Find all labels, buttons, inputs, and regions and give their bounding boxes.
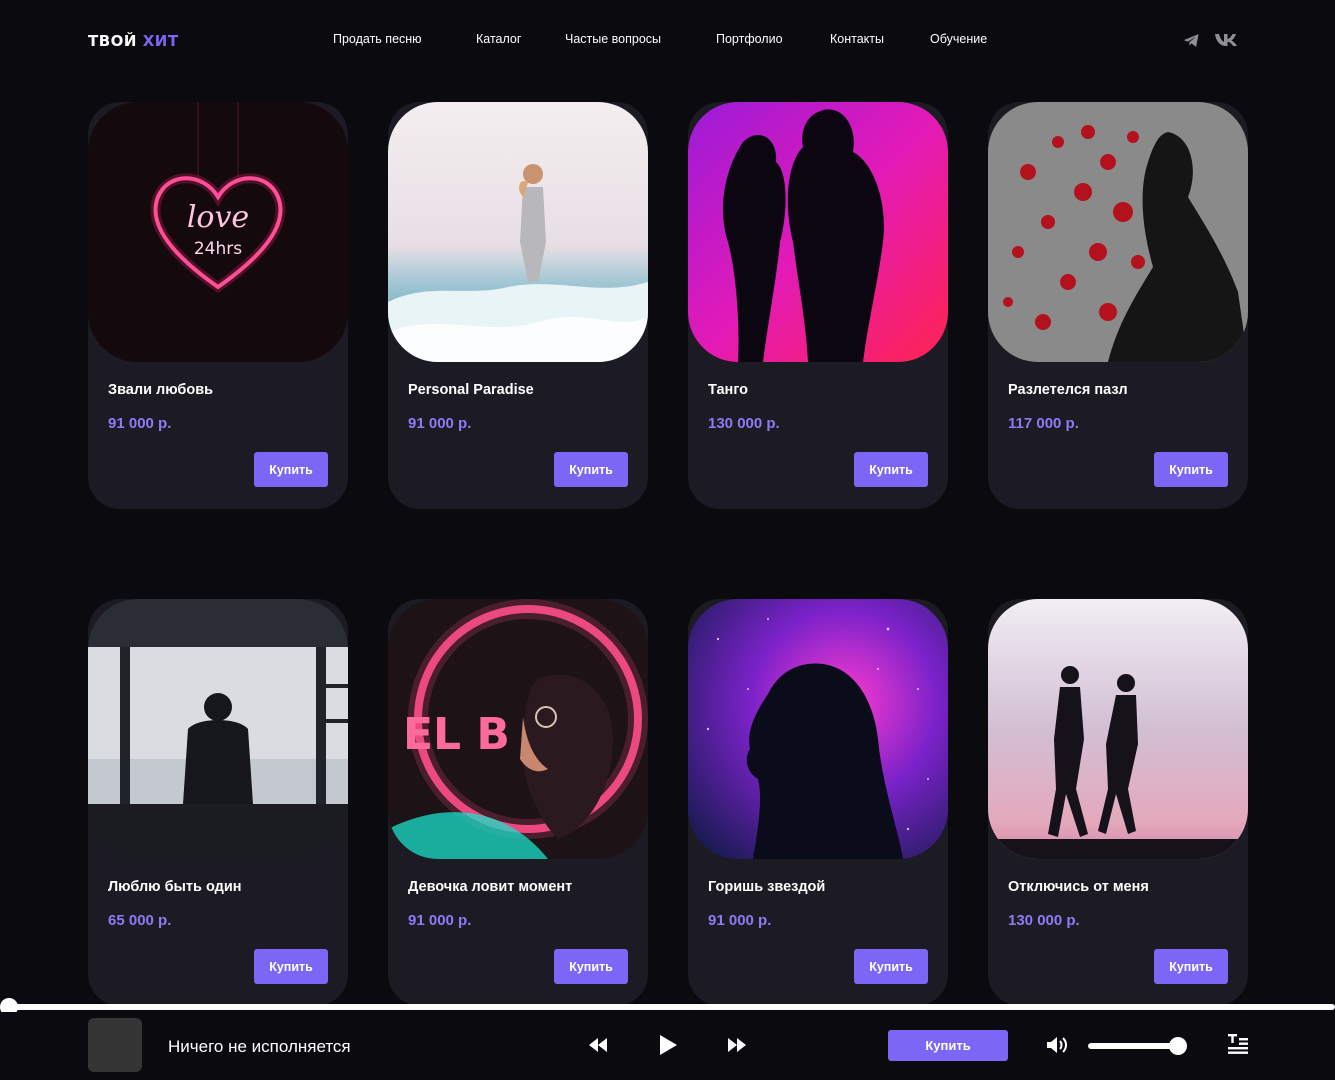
song-card[interactable]: Люблю быть один 65 000 р. Купить <box>88 599 348 1006</box>
buy-button[interactable]: Купить <box>1154 452 1228 487</box>
song-card[interactable]: Горишь звездой 91 000 р. Купить <box>688 599 948 1006</box>
buy-button[interactable]: Купить <box>554 452 628 487</box>
song-title: Танго <box>708 382 749 398</box>
volume-slider-handle[interactable] <box>1169 1037 1187 1055</box>
song-title: Люблю быть один <box>108 879 242 895</box>
logo-accent: ХИТ <box>142 32 179 50</box>
song-price: 91 000 р. <box>108 415 172 432</box>
song-title: Разлетелся пазл <box>1008 382 1128 398</box>
site-header: ТВОЙ ХИТ Продать песню Каталог Частые во… <box>0 0 1335 80</box>
song-cover-image <box>688 599 948 859</box>
fast-forward-icon[interactable] <box>725 1034 749 1056</box>
song-price: 65 000 р. <box>108 912 172 929</box>
nav-faq[interactable]: Частые вопросы <box>565 32 661 46</box>
vk-icon[interactable] <box>1213 30 1239 50</box>
song-card[interactable]: Отключись от меня 130 000 р. Купить <box>988 599 1248 1006</box>
nav-contacts[interactable]: Контакты <box>830 32 884 46</box>
telegram-icon[interactable] <box>1181 30 1201 50</box>
track-cover-placeholder <box>88 1018 142 1072</box>
song-title: Personal Paradise <box>408 382 534 398</box>
svg-text:love: love <box>187 200 249 235</box>
song-price: 130 000 р. <box>1008 912 1080 929</box>
song-cover-image <box>988 102 1248 362</box>
song-title: Звали любовь <box>108 382 214 398</box>
player-buy-button[interactable]: Купить <box>888 1030 1008 1061</box>
nav-catalog[interactable]: Каталог <box>476 32 521 46</box>
buy-button[interactable]: Купить <box>854 949 928 984</box>
buy-button[interactable]: Купить <box>1154 949 1228 984</box>
song-card[interactable]: Personal Paradise 91 000 р. Купить <box>388 102 648 509</box>
song-cover-image <box>388 102 648 362</box>
now-playing-text: Ничего не исполняется <box>168 1037 351 1056</box>
song-cover-image <box>88 599 348 859</box>
nav-portfolio[interactable]: Портфолио <box>716 32 783 46</box>
volume-slider[interactable] <box>1088 1043 1180 1049</box>
nav-education[interactable]: Обучение <box>930 32 987 46</box>
song-title: Горишь звездой <box>708 879 826 895</box>
rewind-icon[interactable] <box>586 1034 610 1056</box>
song-title: Девочка ловит момент <box>408 879 573 895</box>
buy-button[interactable]: Купить <box>254 949 328 984</box>
song-price: 91 000 р. <box>408 912 472 929</box>
logo[interactable]: ТВОЙ ХИТ <box>88 32 179 50</box>
song-cover-image: love 24hrs <box>88 102 348 362</box>
playlist-icon[interactable] <box>1226 1032 1250 1058</box>
song-card[interactable]: love 24hrs Звали любовь 91 000 р. Купить <box>88 102 348 509</box>
song-price: 91 000 р. <box>708 912 772 929</box>
song-price: 91 000 р. <box>408 415 472 432</box>
song-price: 117 000 р. <box>1008 415 1079 432</box>
logo-main: ТВОЙ <box>88 32 137 50</box>
svg-text:24hrs: 24hrs <box>194 239 242 259</box>
svg-text:EL B: EL B <box>403 709 510 760</box>
nav-sell-song[interactable]: Продать песню <box>333 32 422 46</box>
buy-button[interactable]: Купить <box>854 452 928 487</box>
play-icon[interactable] <box>656 1033 680 1057</box>
song-price: 130 000 р. <box>708 415 780 432</box>
song-card[interactable]: EL B Девочка ловит момент 91 000 р. Купи… <box>388 599 648 1006</box>
buy-button[interactable]: Купить <box>554 949 628 984</box>
song-cover-image <box>988 599 1248 859</box>
song-card[interactable]: Разлетелся пазл 117 000 р. Купить <box>988 102 1248 509</box>
song-cover-image: EL B <box>388 599 648 859</box>
song-cover-image <box>688 102 948 362</box>
song-card[interactable]: Танго 130 000 р. Купить <box>688 102 948 509</box>
audio-player: Ничего не исполняется Купить <box>0 1012 1335 1080</box>
song-title: Отключись от меня <box>1008 879 1149 895</box>
playback-progress-bar[interactable] <box>8 1004 1335 1010</box>
buy-button[interactable]: Купить <box>254 452 328 487</box>
volume-icon[interactable] <box>1045 1034 1069 1056</box>
